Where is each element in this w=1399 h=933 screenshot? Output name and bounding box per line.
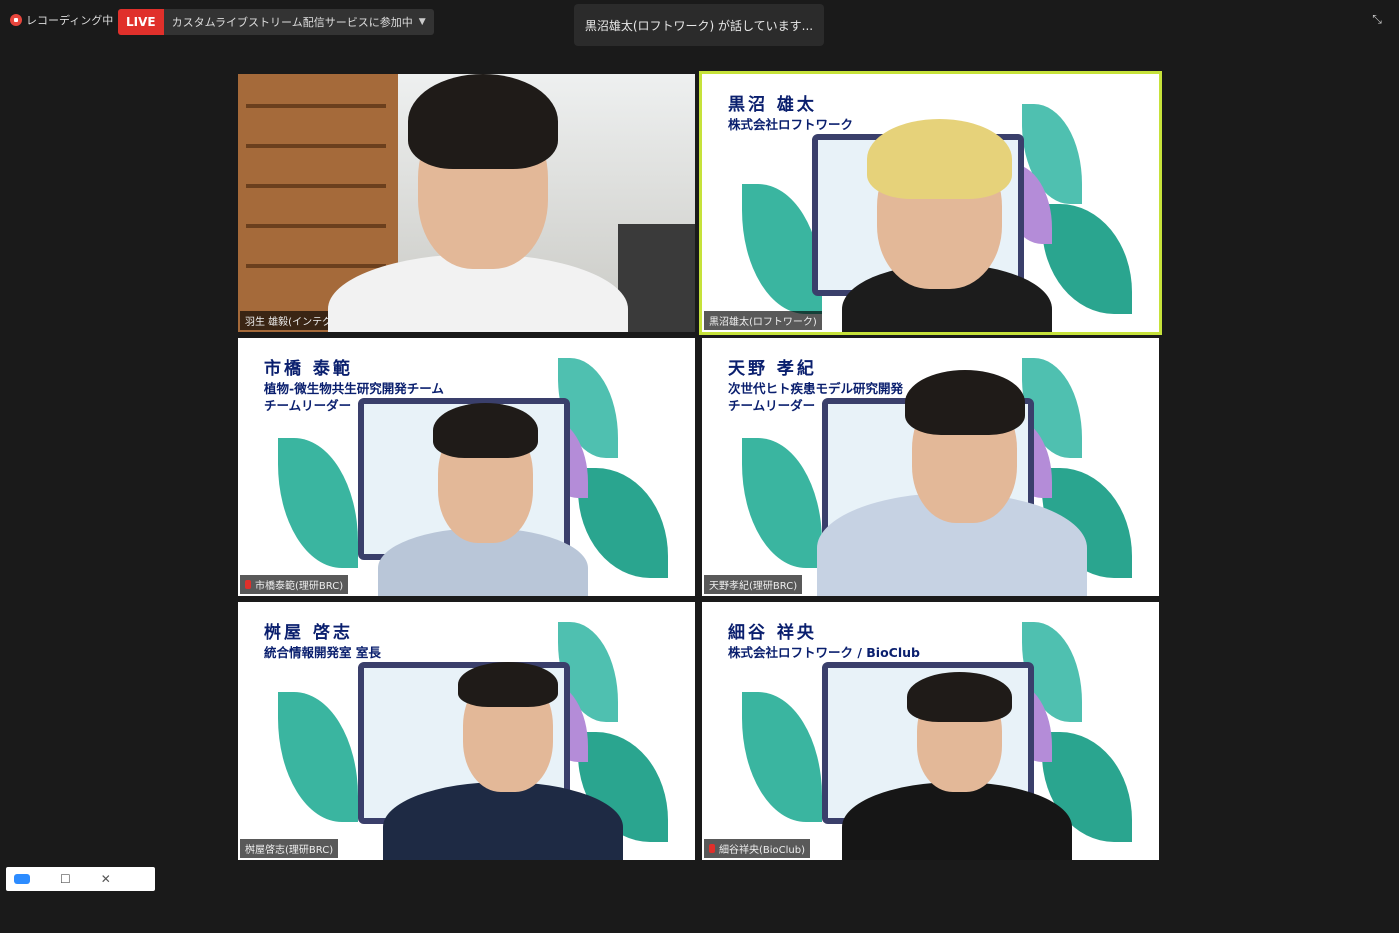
name-card: 細谷 祥央 株式会社ロフトワーク / BioClub bbox=[728, 622, 920, 662]
participant-video bbox=[832, 104, 1062, 332]
name-card-name: 市橋 泰範 bbox=[264, 359, 353, 379]
video-tile-5[interactable]: 桝屋 啓志 統合情報開発室 室長 桝屋啓志(理研BRC) bbox=[238, 602, 695, 860]
recording-indicator[interactable]: レコーディング中 bbox=[10, 12, 113, 28]
restore-icon[interactable]: ☐ bbox=[60, 872, 71, 886]
participant-name-label: 市橋泰範(理研BRC) bbox=[240, 575, 349, 594]
name-card: 天野 孝紀 次世代ヒト疾患モデル研究開発 チームリーダー bbox=[728, 358, 903, 415]
name-card-line: 株式会社ロフトワーク / BioClub bbox=[728, 644, 920, 660]
participant-name-label: 桝屋啓志(理研BRC) bbox=[240, 839, 339, 858]
minimized-controls: ☐ ✕ bbox=[6, 867, 155, 891]
participant-video bbox=[842, 672, 1072, 860]
participant-video bbox=[383, 662, 623, 860]
name-card-name: 黒沼 雄太 bbox=[728, 95, 817, 115]
name-card-line: 統合情報開発室 室長 bbox=[264, 644, 381, 660]
name-card-line: チームリーダー bbox=[728, 397, 816, 413]
mic-muted-icon bbox=[245, 580, 251, 589]
zoom-logo-icon[interactable] bbox=[14, 874, 30, 884]
mic-muted-icon bbox=[709, 844, 715, 853]
name-card-name: 細谷 祥央 bbox=[728, 623, 817, 643]
name-card-line: 次世代ヒト疾患モデル研究開発 bbox=[728, 380, 904, 396]
close-icon[interactable]: ✕ bbox=[101, 872, 111, 886]
video-tile-3[interactable]: 市橋 泰範 植物-微生物共生研究開発チーム チームリーダー 市橋泰範(理研BRC… bbox=[238, 338, 695, 596]
participant-name-label: 細谷祥央(BioClub) bbox=[704, 839, 811, 858]
participant-video bbox=[308, 74, 648, 332]
video-tile-1[interactable]: 羽生 雄毅(インテグリカルチャー) bbox=[238, 74, 695, 332]
name-card-name: 天野 孝紀 bbox=[728, 359, 817, 379]
video-tile-2[interactable]: 黒沼 雄太 株式会社ロフトワーク 黒沼雄太(ロフトワーク) bbox=[699, 71, 1162, 335]
name-card: 桝屋 啓志 統合情報開発室 室長 bbox=[264, 622, 381, 662]
participant-name-label: 天野孝紀(理研BRC) bbox=[704, 575, 803, 594]
caret-down-icon[interactable]: ▼ bbox=[419, 17, 434, 27]
record-icon bbox=[10, 14, 22, 26]
live-service-label: カスタムライブストリーム配信サービスに参加中 bbox=[171, 16, 413, 29]
exit-fullscreen-icon[interactable]: ⤡ bbox=[1368, 10, 1386, 28]
name-card: 黒沼 雄太 株式会社ロフトワーク bbox=[728, 94, 853, 134]
name-card-line: 株式会社ロフトワーク bbox=[728, 116, 854, 132]
video-tile-6[interactable]: 細谷 祥央 株式会社ロフトワーク / BioClub 細谷祥央(BioClub) bbox=[702, 602, 1159, 860]
name-card-line: 植物-微生物共生研究開発チーム bbox=[264, 380, 444, 396]
meeting-topbar: レコーディング中 LIVE カスタムライブストリーム配信サービスに参加中 ▼ 黒… bbox=[0, 0, 1399, 46]
name-card-line: チームリーダー bbox=[264, 397, 352, 413]
name-card: 市橋 泰範 植物-微生物共生研究開発チーム チームリーダー bbox=[264, 358, 444, 415]
active-speaker-banner: 黒沼雄太(ロフトワーク) が話しています... bbox=[574, 4, 824, 46]
recording-label: レコーディング中 bbox=[26, 14, 114, 27]
participant-name-label: 黒沼雄太(ロフトワーク) bbox=[704, 311, 822, 330]
live-stream-menu[interactable]: LIVE カスタムライブストリーム配信サービスに参加中 ▼ bbox=[118, 9, 434, 35]
name-card-name: 桝屋 啓志 bbox=[264, 623, 353, 643]
live-badge: LIVE bbox=[118, 9, 164, 35]
participant-video bbox=[378, 398, 588, 596]
video-tile-4[interactable]: 天野 孝紀 次世代ヒト疾患モデル研究開発 チームリーダー 天野孝紀(理研BRC) bbox=[702, 338, 1159, 596]
